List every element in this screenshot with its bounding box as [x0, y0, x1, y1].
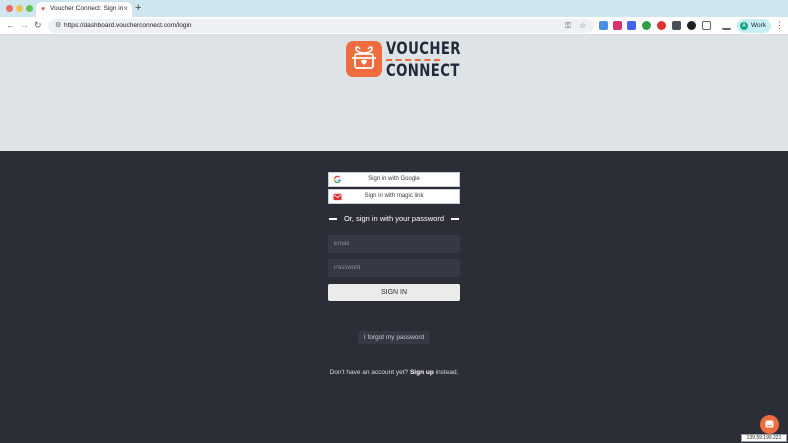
forgot-password-button[interactable]: I forgot my password: [358, 331, 430, 344]
browser-tab-active[interactable]: ♥ Voucher Connect: Sign in ×: [36, 2, 132, 17]
google-signin-label: Sign in with Google: [368, 176, 420, 182]
extension-icon[interactable]: [599, 21, 608, 30]
browser-toolbar: ← → ↻ ⚙ https://dashboard.voucherconnect…: [0, 17, 788, 35]
extension-icon[interactable]: [672, 21, 681, 30]
divider-text: Or, sign in with your password: [343, 214, 445, 223]
password-key-icon[interactable]: ⚿: [565, 21, 571, 31]
signup-prompt: Don't have an account yet? Sign up inste…: [0, 369, 788, 376]
reload-icon[interactable]: ↻: [34, 20, 42, 31]
profile-name: Work: [751, 22, 767, 29]
chat-bubble-icon: [765, 420, 774, 428]
extensions-puzzle-icon[interactable]: [702, 21, 711, 30]
extension-icon[interactable]: [613, 21, 622, 30]
profile-avatar: A: [740, 22, 748, 30]
extension-icon[interactable]: [687, 21, 696, 30]
extension-icon[interactable]: [657, 21, 666, 30]
window-maximize-button[interactable]: [26, 5, 33, 12]
back-arrow-icon[interactable]: ←: [6, 20, 15, 31]
tab-title: Voucher Connect: Sign in: [50, 5, 124, 12]
ip-address-label: 139.59.199.221: [741, 434, 787, 442]
password-field[interactable]: [328, 259, 460, 277]
address-bar[interactable]: ⚙ https://dashboard.voucherconnect.com/l…: [48, 19, 594, 33]
signup-prefix-text: Don't have an account yet?: [329, 369, 409, 376]
new-tab-button[interactable]: +: [135, 1, 141, 15]
extension-icon[interactable]: [627, 21, 636, 30]
divider-line-right: [451, 218, 459, 220]
voucher-connect-logo-icon: [346, 41, 382, 77]
magic-link-label: Sign in with magic link: [364, 193, 424, 199]
browser-tab-strip: ♥ Voucher Connect: Sign in × +: [0, 0, 788, 17]
downloads-icon[interactable]: [722, 21, 731, 30]
address-url[interactable]: https://dashboard.voucherconnect.com/log…: [64, 22, 192, 29]
signup-suffix-text: instead.: [435, 369, 459, 376]
forward-arrow-icon[interactable]: →: [20, 20, 29, 31]
logo-wordmark-line1: VOUCHER: [386, 39, 461, 59]
site-info-icon[interactable]: ⚙: [55, 21, 61, 31]
tab-close-icon[interactable]: ×: [123, 4, 128, 14]
email-field[interactable]: [328, 235, 460, 253]
sign-in-button[interactable]: SIGN IN: [328, 284, 460, 301]
extension-icon[interactable]: [642, 21, 651, 30]
logo-wordmark-line2: CONNECT: [386, 61, 460, 81]
google-signin-button[interactable]: Sign in with Google: [328, 172, 460, 187]
window-close-button[interactable]: [6, 5, 13, 12]
chat-launcher-button[interactable]: [760, 415, 779, 434]
magic-link-signin-button[interactable]: Sign in with magic link: [328, 189, 460, 204]
tab-favicon-icon: ♥: [41, 6, 46, 13]
window-minimize-button[interactable]: [16, 5, 23, 12]
signup-link[interactable]: Sign up: [410, 369, 434, 376]
bookmark-star-icon[interactable]: ☆: [579, 21, 586, 31]
browser-menu-icon[interactable]: ⋮: [775, 20, 784, 31]
password-divider: Or, sign in with your password: [328, 214, 460, 224]
profile-chip[interactable]: A Work: [737, 19, 771, 33]
